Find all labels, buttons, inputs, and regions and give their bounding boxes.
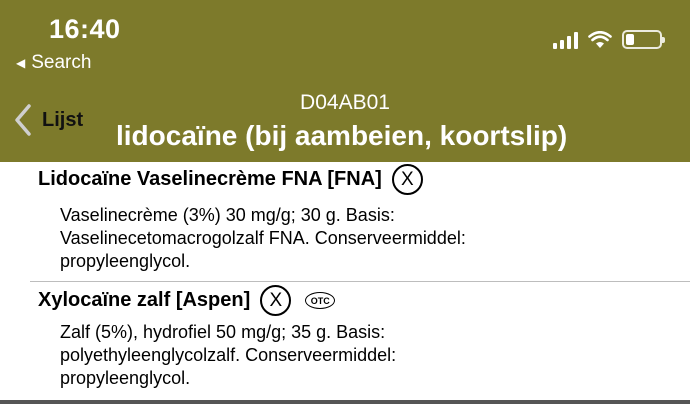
- product-name: Lidocaïne Vaselinecrème FNA [FNA]: [38, 168, 382, 190]
- divider: [30, 281, 690, 282]
- x-circle-icon: X: [391, 164, 423, 195]
- back-triangle-icon: ◀: [16, 56, 26, 70]
- status-time: 16:40: [49, 14, 121, 44]
- wifi-icon: [588, 30, 612, 48]
- cellular-signal-icon: [553, 31, 578, 49]
- product-title: Xylocaïne zalf [Aspen] X OTC: [38, 285, 336, 316]
- status-icons: [553, 30, 665, 49]
- x-circle-icon: X: [260, 285, 292, 316]
- product-description: Vaselinecrème (3%) 30 mg/g; 30 g. Basis:…: [60, 204, 466, 273]
- atc-code: D04AB01: [300, 91, 390, 114]
- battery-icon: [622, 30, 665, 49]
- description-line: Zalf (5%), hydrofiel 50 mg/g; 35 g. Basi…: [60, 322, 386, 342]
- page-title: lidocaïne (bij aambeien, koortslip): [116, 120, 568, 151]
- description-line: propyleenglycol.: [60, 368, 191, 388]
- description-line: propyleenglycol.: [60, 251, 191, 271]
- product-title: Lidocaïne Vaselinecrème FNA [FNA] X: [38, 164, 423, 195]
- product-description: Zalf (5%), hydrofiel 50 mg/g; 35 g. Basi…: [60, 321, 396, 390]
- status-back-link[interactable]: ◀ Search: [16, 52, 91, 74]
- bottom-edge: [0, 400, 690, 404]
- product-name: Xylocaïne zalf [Aspen]: [38, 289, 251, 311]
- description-line: polyethyleenglycolzalf. Conserveermiddel…: [60, 345, 397, 365]
- status-back-label: Search: [31, 52, 92, 73]
- description-line: Vaselinecrème (3%) 30 mg/g; 30 g. Basis:: [60, 205, 395, 225]
- header: 16:40 ◀ Search Lijst D04AB01 lidocaïne (…: [0, 0, 690, 162]
- description-line: Vaselinecetomacrogolzalf FNA. Conserveer…: [60, 228, 466, 248]
- otc-badge-icon: OTC: [305, 292, 336, 309]
